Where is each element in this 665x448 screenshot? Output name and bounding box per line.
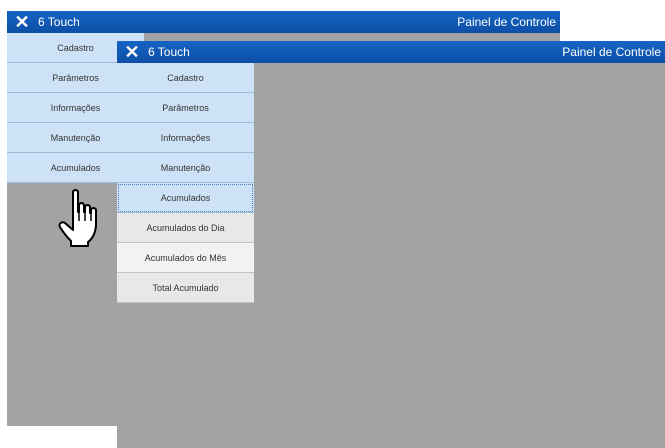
close-icon[interactable]: ✕ <box>13 11 31 33</box>
menu-item-manutencao[interactable]: Manutenção <box>117 153 254 183</box>
panel-title: Painel de Controle <box>562 45 661 59</box>
submenu-item-total-acumulado[interactable]: Total Acumulado <box>117 273 254 303</box>
titlebar: ✕ 6 Touch Painel de Controle <box>117 41 665 63</box>
panel-title: Painel de Controle <box>457 15 556 29</box>
menu-item-informacoes[interactable]: Informações <box>117 123 254 153</box>
menu-item-cadastro[interactable]: Cadastro <box>117 63 254 93</box>
close-icon[interactable]: ✕ <box>123 41 141 63</box>
submenu-item-acumulados-mes[interactable]: Acumulados do Mês <box>117 243 254 273</box>
app-window-front: ✕ 6 Touch Painel de Controle Cadastro Pa… <box>117 41 665 448</box>
submenu-item-acumulados-dia[interactable]: Acumulados do Dia <box>117 213 254 243</box>
hand-pointer-icon <box>58 189 97 247</box>
app-title: 6 Touch <box>38 15 80 29</box>
titlebar: ✕ 6 Touch Painel de Controle <box>7 11 560 33</box>
app-title: 6 Touch <box>148 45 190 59</box>
side-menu: Cadastro Parâmetros Informações Manutenç… <box>117 63 254 303</box>
menu-item-acumulados[interactable]: Acumulados <box>117 183 254 213</box>
menu-item-parametros[interactable]: Parâmetros <box>117 93 254 123</box>
